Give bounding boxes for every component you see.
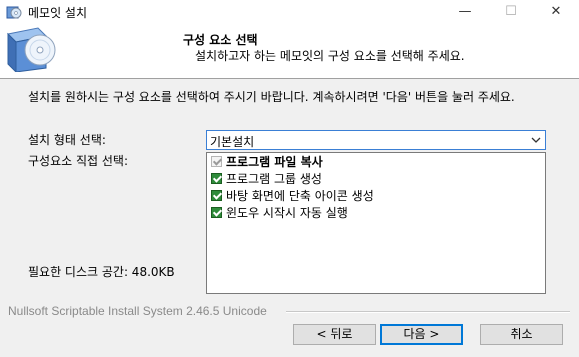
title-bar: 메모잇 설치 — ☐ ✕ xyxy=(0,0,579,24)
next-button[interactable]: 다음 > xyxy=(380,324,463,345)
component-label: 바탕 화면에 단축 아이콘 생성 xyxy=(226,188,374,203)
header-banner: 구성 요소 선택 설치하고자 하는 메모잇의 구성 요소를 선택해 주세요. xyxy=(0,24,579,79)
checkbox-icon[interactable] xyxy=(211,155,222,167)
page-title: 구성 요소 선택 xyxy=(183,33,258,47)
chevron-down-icon[interactable] xyxy=(530,131,542,149)
cancel-button[interactable]: 취소 xyxy=(480,324,563,345)
installer-box-icon xyxy=(4,24,64,74)
component-label: 프로그램 파일 복사 xyxy=(226,154,323,169)
back-button[interactable]: < 뒤로 xyxy=(293,324,376,345)
close-button[interactable]: ✕ xyxy=(533,0,579,24)
installer-disc-icon xyxy=(6,4,22,20)
component-label: 프로그램 그룹 생성 xyxy=(226,171,322,186)
install-type-select[interactable]: 기본설치 xyxy=(206,130,546,150)
install-type-label: 설치 형태 선택: xyxy=(28,133,106,147)
component-tree[interactable]: 프로그램 파일 복사 프로그램 그룹 생성 바탕 화면에 단축 아이콘 생성 윈… xyxy=(206,152,546,294)
component-item-copy-files[interactable]: 프로그램 파일 복사 xyxy=(211,153,323,169)
nsis-branding: Nullsoft Scriptable Install System 2.46.… xyxy=(8,304,267,318)
component-item-desktop-shortcut[interactable]: 바탕 화면에 단축 아이콘 생성 xyxy=(211,187,374,203)
maximize-button[interactable]: ☐ xyxy=(488,0,534,24)
footer-divider xyxy=(286,311,570,313)
component-item-program-group[interactable]: 프로그램 그룹 생성 xyxy=(211,170,322,186)
direct-select-label: 구성요소 직접 선택: xyxy=(28,154,128,168)
page-subtitle: 설치하고자 하는 메모잇의 구성 요소를 선택해 주세요. xyxy=(195,49,465,63)
checkbox-icon[interactable] xyxy=(211,172,222,184)
checkbox-icon[interactable] xyxy=(211,206,222,218)
window-title: 메모잇 설치 xyxy=(28,6,88,20)
installer-window: 메모잇 설치 — ☐ ✕ 구성 요소 선택 설치하고자 하는 메모잇의 구성 요… xyxy=(0,0,579,357)
install-type-value: 기본설치 xyxy=(210,135,255,149)
disk-space-label: 필요한 디스크 공간: 48.0KB xyxy=(28,265,175,279)
checkbox-icon[interactable] xyxy=(211,189,222,201)
minimize-button[interactable]: — xyxy=(442,0,488,24)
instruction-text: 설치를 원하시는 구성 요소를 선택하여 주시기 바랍니다. 계속하시려면 '다… xyxy=(28,90,515,104)
component-label: 윈도우 시작시 자동 실행 xyxy=(226,205,348,220)
component-item-autostart[interactable]: 윈도우 시작시 자동 실행 xyxy=(211,204,348,220)
